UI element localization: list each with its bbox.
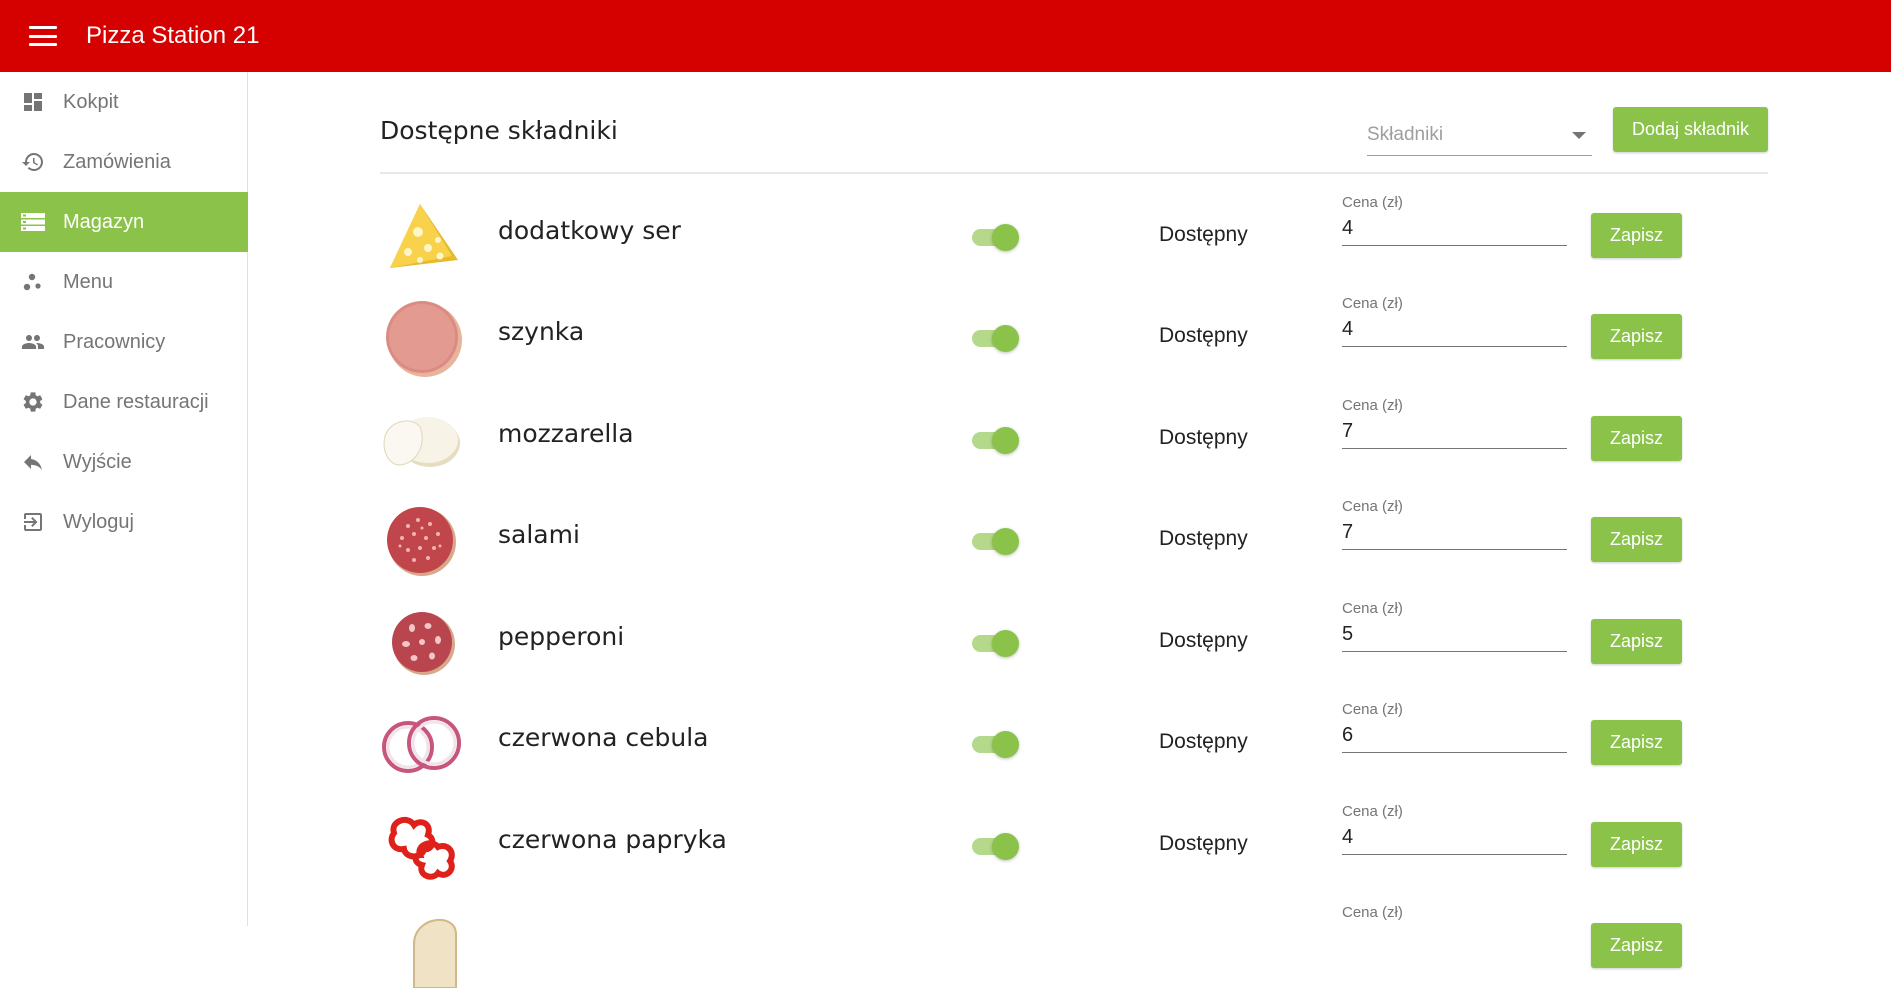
table-row: czerwona cebula Dostępny Cena (zł) Zapis…	[380, 701, 1682, 801]
bubbles-icon	[20, 269, 46, 295]
sidebar-item-label: Magazyn	[63, 210, 145, 233]
ingredient-name: szynka	[498, 317, 585, 346]
sidebar-item-label: Pracownicy	[63, 330, 166, 353]
save-button[interactable]: Zapisz	[1591, 314, 1682, 359]
price-label: Cena (zł)	[1342, 600, 1403, 617]
price-field[interactable]	[1342, 313, 1567, 347]
app-title: Pizza Station 21	[86, 22, 260, 49]
availability-label: Dostępny	[1159, 730, 1248, 753]
sidebar-item-label: Dane restauracji	[63, 390, 209, 413]
app-bar: Pizza Station 21	[0, 0, 1891, 72]
price-label: Cena (zł)	[1342, 803, 1403, 820]
table-row: czerwona papryka Dostępny Cena (zł) Zapi…	[380, 803, 1682, 903]
sidebar: Kokpit Zamówienia Magazyn Menu Pracownic…	[0, 72, 248, 926]
table-row: salami Dostępny Cena (zł) Zapisz	[380, 498, 1682, 598]
price-field[interactable]	[1342, 821, 1567, 855]
save-button[interactable]: Zapisz	[1591, 923, 1682, 968]
availability-toggle[interactable]	[972, 427, 1019, 454]
sidebar-item-label: Zamówienia	[63, 150, 171, 173]
main-content: Dostępne składniki Składniki Dodaj skład…	[249, 72, 1891, 989]
availability-toggle[interactable]	[972, 528, 1019, 555]
cheese-icon	[380, 194, 464, 278]
table-row: dodatkowy ser Dostępny Cena (zł) Zapisz	[380, 194, 1682, 294]
ingredient-name: czerwona papryka	[498, 825, 727, 854]
availability-toggle[interactable]	[972, 833, 1019, 860]
sidebar-item-pracownicy[interactable]: Pracownicy	[0, 312, 248, 372]
sidebar-item-zamowienia[interactable]: Zamówienia	[0, 132, 248, 192]
availability-label: Dostępny	[1159, 629, 1248, 652]
sidebar-item-kokpit[interactable]: Kokpit	[0, 72, 248, 132]
page-title: Dostępne składniki	[380, 116, 618, 145]
price-label: Cena (zł)	[1342, 194, 1403, 211]
ingredient-name: dodatkowy ser	[498, 216, 681, 245]
red-onion-icon	[380, 701, 464, 785]
price-field[interactable]	[1342, 719, 1567, 753]
reply-icon	[20, 449, 46, 475]
table-row: Cena (zł) Zapisz	[380, 904, 1682, 1004]
gear-icon	[20, 389, 46, 415]
ingredient-name: pepperoni	[498, 622, 625, 651]
save-button[interactable]: Zapisz	[1591, 720, 1682, 765]
save-button[interactable]: Zapisz	[1591, 619, 1682, 664]
availability-label: Dostępny	[1159, 324, 1248, 347]
availability-label: Dostępny	[1159, 426, 1248, 449]
table-row: pepperoni Dostępny Cena (zł) Zapisz	[380, 600, 1682, 700]
availability-label: Dostępny	[1159, 832, 1248, 855]
people-icon	[20, 329, 46, 355]
sidebar-item-magazyn[interactable]: Magazyn	[0, 192, 248, 252]
sidebar-item-wyjscie[interactable]: Wyjście	[0, 432, 248, 492]
pepperoni-icon	[380, 600, 464, 684]
availability-label: Dostępny	[1159, 527, 1248, 550]
ingredient-name: mozzarella	[498, 419, 634, 448]
red-pepper-icon	[380, 803, 464, 887]
price-label: Cena (zł)	[1342, 904, 1403, 921]
ingredient-name: salami	[498, 520, 580, 549]
salami-icon	[380, 498, 464, 582]
ham-icon	[380, 295, 464, 379]
sidebar-item-label: Wyjście	[63, 450, 132, 473]
availability-toggle[interactable]	[972, 325, 1019, 352]
history-icon	[20, 149, 46, 175]
availability-label: Dostępny	[1159, 223, 1248, 246]
menu-icon[interactable]	[29, 26, 57, 46]
availability-toggle[interactable]	[972, 630, 1019, 657]
save-button[interactable]: Zapisz	[1591, 517, 1682, 562]
sidebar-item-label: Wyloguj	[63, 510, 134, 533]
add-ingredient-button[interactable]: Dodaj składnik	[1613, 107, 1768, 152]
sidebar-item-wyloguj[interactable]: Wyloguj	[0, 492, 248, 552]
availability-toggle[interactable]	[972, 731, 1019, 758]
ingredient-name: czerwona cebula	[498, 723, 709, 752]
price-field[interactable]	[1342, 618, 1567, 652]
dashboard-icon	[20, 89, 46, 115]
price-label: Cena (zł)	[1342, 397, 1403, 414]
sidebar-item-label: Kokpit	[63, 90, 119, 113]
divider	[380, 172, 1768, 174]
price-label: Cena (zł)	[1342, 295, 1403, 312]
save-button[interactable]: Zapisz	[1591, 213, 1682, 258]
sidebar-item-dane-restauracji[interactable]: Dane restauracji	[0, 372, 248, 432]
mozzarella-icon	[380, 397, 464, 481]
price-field[interactable]	[1342, 516, 1567, 550]
chevron-down-icon	[1572, 132, 1586, 139]
logout-icon	[20, 509, 46, 535]
table-row: mozzarella Dostępny Cena (zł) Zapisz	[380, 397, 1682, 497]
availability-toggle[interactable]	[972, 224, 1019, 251]
sidebar-item-label: Menu	[63, 270, 114, 293]
sidebar-item-menu[interactable]: Menu	[0, 252, 248, 312]
save-button[interactable]: Zapisz	[1591, 416, 1682, 461]
price-field[interactable]	[1342, 212, 1567, 246]
ingredients-select[interactable]: Składniki	[1367, 116, 1592, 156]
save-button[interactable]: Zapisz	[1591, 822, 1682, 867]
price-field[interactable]	[1342, 415, 1567, 449]
partial-ingredient-icon	[380, 904, 464, 989]
storage-icon	[20, 209, 46, 235]
price-label: Cena (zł)	[1342, 701, 1403, 718]
select-placeholder: Składniki	[1367, 124, 1444, 145]
price-label: Cena (zł)	[1342, 498, 1403, 515]
table-row: szynka Dostępny Cena (zł) Zapisz	[380, 295, 1682, 395]
